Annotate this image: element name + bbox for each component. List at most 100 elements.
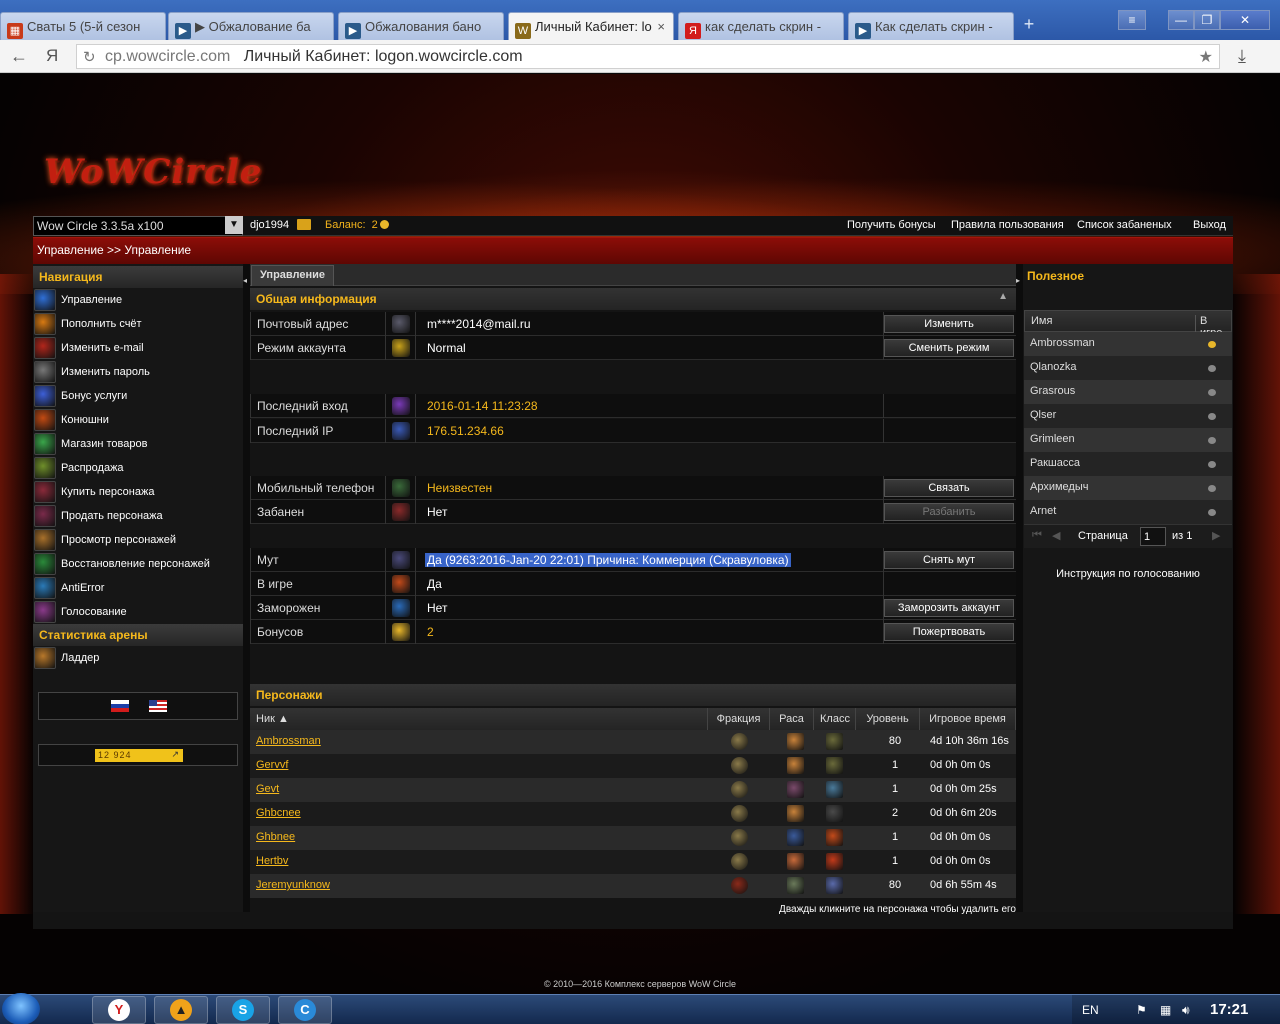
list-item[interactable]: Grimleen	[1024, 428, 1232, 452]
page-input[interactable]	[1140, 527, 1166, 546]
bookmark-star-icon[interactable]: ★	[1199, 47, 1213, 67]
browser-tab-3[interactable]: W Личный Кабинет: lo ×	[508, 12, 674, 41]
info-action-button[interactable]: Заморозить аккаунт	[884, 599, 1014, 617]
start-button[interactable]	[2, 993, 40, 1024]
nav-item[interactable]: Изменить e-mail	[33, 336, 243, 360]
list-item[interactable]: Qlanozka	[1024, 356, 1232, 380]
mail-icon[interactable]	[297, 219, 311, 230]
char-nick-link[interactable]: Ambrossman	[256, 735, 321, 747]
back-arrow-icon[interactable]: ←	[10, 46, 28, 67]
taskbar-wowcircle[interactable]: C	[278, 996, 332, 1024]
char-col-header[interactable]: Ник ▲	[250, 708, 708, 730]
logout-link[interactable]: Выход	[1193, 219, 1226, 231]
table-row[interactable]: Ambrossman 80 4d 10h 36m 16s	[250, 730, 1016, 754]
prev-page-icon[interactable]: ◀	[1052, 529, 1060, 542]
browser-tab-5[interactable]: ▶ Как сделать скрин -	[848, 12, 1014, 40]
table-row[interactable]: Hertbv 1 0d 0h 0m 0s	[250, 850, 1016, 874]
rules-link[interactable]: Правила пользования	[951, 219, 1064, 231]
nav-item[interactable]: Купить персонажа	[33, 480, 243, 504]
char-col-header[interactable]: Игровое время	[920, 708, 1016, 730]
char-col-header[interactable]: Фракция	[708, 708, 770, 730]
tab-management[interactable]: Управление	[251, 265, 335, 286]
collapse-icon[interactable]: ▲	[998, 291, 1008, 302]
nav-item[interactable]: Продать персонажа	[33, 504, 243, 528]
taskbar-app-avast[interactable]: ▲	[154, 996, 208, 1024]
char-nick-link[interactable]: Hertbv	[256, 855, 288, 867]
new-tab-button[interactable]: +	[1018, 14, 1040, 38]
nav-item[interactable]: Магазин товаров	[33, 432, 243, 456]
info-action-button[interactable]: Снять мут	[884, 551, 1014, 569]
list-item[interactable]: Arnet	[1024, 500, 1232, 524]
list-item[interactable]: Grasrous	[1024, 380, 1232, 404]
flag-us-icon[interactable]	[149, 700, 167, 712]
table-row[interactable]: Ghbcnee 2 0d 0h 6m 20s	[250, 802, 1016, 826]
nav-item[interactable]: Управление	[33, 288, 243, 312]
next-page-icon[interactable]: ▶	[1212, 529, 1220, 542]
table-row[interactable]: Ghbnee 1 0d 0h 0m 0s	[250, 826, 1016, 850]
url-input[interactable]: ↻ cp.wowcircle.com Личный Кабинет: logon…	[76, 44, 1220, 69]
clock[interactable]: 17:21	[1210, 1001, 1248, 1018]
nav-item[interactable]: Ладдер	[33, 646, 243, 670]
nav-item[interactable]: Распродажа	[33, 456, 243, 480]
volume-icon[interactable]: 🔊︎	[1182, 1003, 1190, 1018]
close-tab-icon[interactable]: ×	[657, 19, 665, 34]
site-logo[interactable]: WoWCircle	[44, 152, 262, 192]
char-col-header[interactable]: Раса	[770, 708, 814, 730]
table-row[interactable]: Gevt 1 0d 0h 0m 25s	[250, 778, 1016, 802]
info-action-button[interactable]: Изменить	[884, 315, 1014, 333]
table-row[interactable]: Jeremyunknow 80 0d 6h 55m 4s	[250, 874, 1016, 898]
char-col-header[interactable]: Уровень	[856, 708, 920, 730]
char-nick-link[interactable]: Gevt	[256, 783, 279, 795]
info-action-button[interactable]: Связать	[884, 479, 1014, 497]
char-nick-link[interactable]: Gervvf	[256, 759, 288, 771]
info-action-button[interactable]: Разбанить	[884, 503, 1014, 521]
nav-item[interactable]: Конюшни	[33, 408, 243, 432]
banlist-link[interactable]: Список забаненых	[1077, 219, 1172, 231]
minimize-button[interactable]: —	[1168, 10, 1194, 30]
char-nick-link[interactable]: Ghbcnee	[256, 807, 301, 819]
char-nick-link[interactable]: Jeremyunknow	[256, 879, 330, 891]
browser-tab-0[interactable]: ▦ Сваты 5 (5-й сезон	[0, 12, 166, 40]
browser-tab-2[interactable]: ▶ Обжалования бано	[338, 12, 504, 40]
collapse-right-handle[interactable]	[1016, 264, 1023, 912]
list-item[interactable]: Архимедыч	[1024, 476, 1232, 500]
flag-tray-icon[interactable]: ⚑	[1136, 1003, 1147, 1017]
taskbar-skype[interactable]: S	[216, 996, 270, 1024]
visitor-counter[interactable]: 12 924 ↗	[95, 749, 183, 762]
vote-instructions-link[interactable]: Инструкция по голосованию	[1023, 568, 1233, 580]
col-name[interactable]: Имя	[1031, 315, 1052, 327]
nav-item[interactable]: Бонус услуги	[33, 384, 243, 408]
list-item[interactable]: Ambrossman	[1024, 332, 1232, 356]
nav-item[interactable]: Просмотр персонажей	[33, 528, 243, 552]
nav-item[interactable]: Голосование	[33, 600, 243, 624]
nav-item[interactable]: Восстановление персонажей	[33, 552, 243, 576]
nav-item[interactable]: AntiError	[33, 576, 243, 600]
get-bonus-link[interactable]: Получить бонусы	[847, 219, 936, 231]
reload-icon[interactable]: ↻	[83, 48, 96, 66]
collapse-left-handle[interactable]	[243, 264, 250, 912]
maximize-button[interactable]: ❐	[1194, 10, 1220, 30]
language-indicator[interactable]: EN	[1082, 1003, 1099, 1017]
list-item[interactable]: Qlser	[1024, 404, 1232, 428]
nav-item[interactable]: Изменить пароль	[33, 360, 243, 384]
info-action-button[interactable]: Сменить режим	[884, 339, 1014, 357]
download-icon[interactable]: ⤓	[1238, 46, 1246, 67]
list-item[interactable]: Ракшасса	[1024, 452, 1232, 476]
flag-ru-icon[interactable]	[111, 700, 129, 712]
network-icon[interactable]: ▦	[1160, 1003, 1171, 1017]
yandex-home-icon[interactable]: Я	[46, 46, 58, 66]
balance-value: 2	[371, 219, 378, 231]
close-window-button[interactable]: ✕	[1220, 10, 1270, 30]
browser-tab-4[interactable]: Якак сделать скрин -	[678, 12, 844, 40]
realm-select[interactable]: Wow Circle 3.3.5a x100	[33, 216, 243, 236]
taskbar-yandex-browser[interactable]: Y	[92, 996, 146, 1024]
char-col-header[interactable]: Класс	[814, 708, 856, 730]
char-nick-link[interactable]: Ghbnee	[256, 831, 295, 843]
table-row[interactable]: Gervvf 1 0d 0h 0m 0s	[250, 754, 1016, 778]
first-page-icon[interactable]: ⏮	[1032, 529, 1042, 542]
browser-tab-1[interactable]: ▶ ▶ Обжалование ба	[168, 12, 334, 40]
chevron-down-icon[interactable]: ▼	[225, 216, 243, 234]
tab-menu-icon[interactable]: ≡	[1118, 10, 1146, 30]
info-action-button[interactable]: Пожертвовать	[884, 623, 1014, 641]
nav-item[interactable]: Пополнить счёт	[33, 312, 243, 336]
